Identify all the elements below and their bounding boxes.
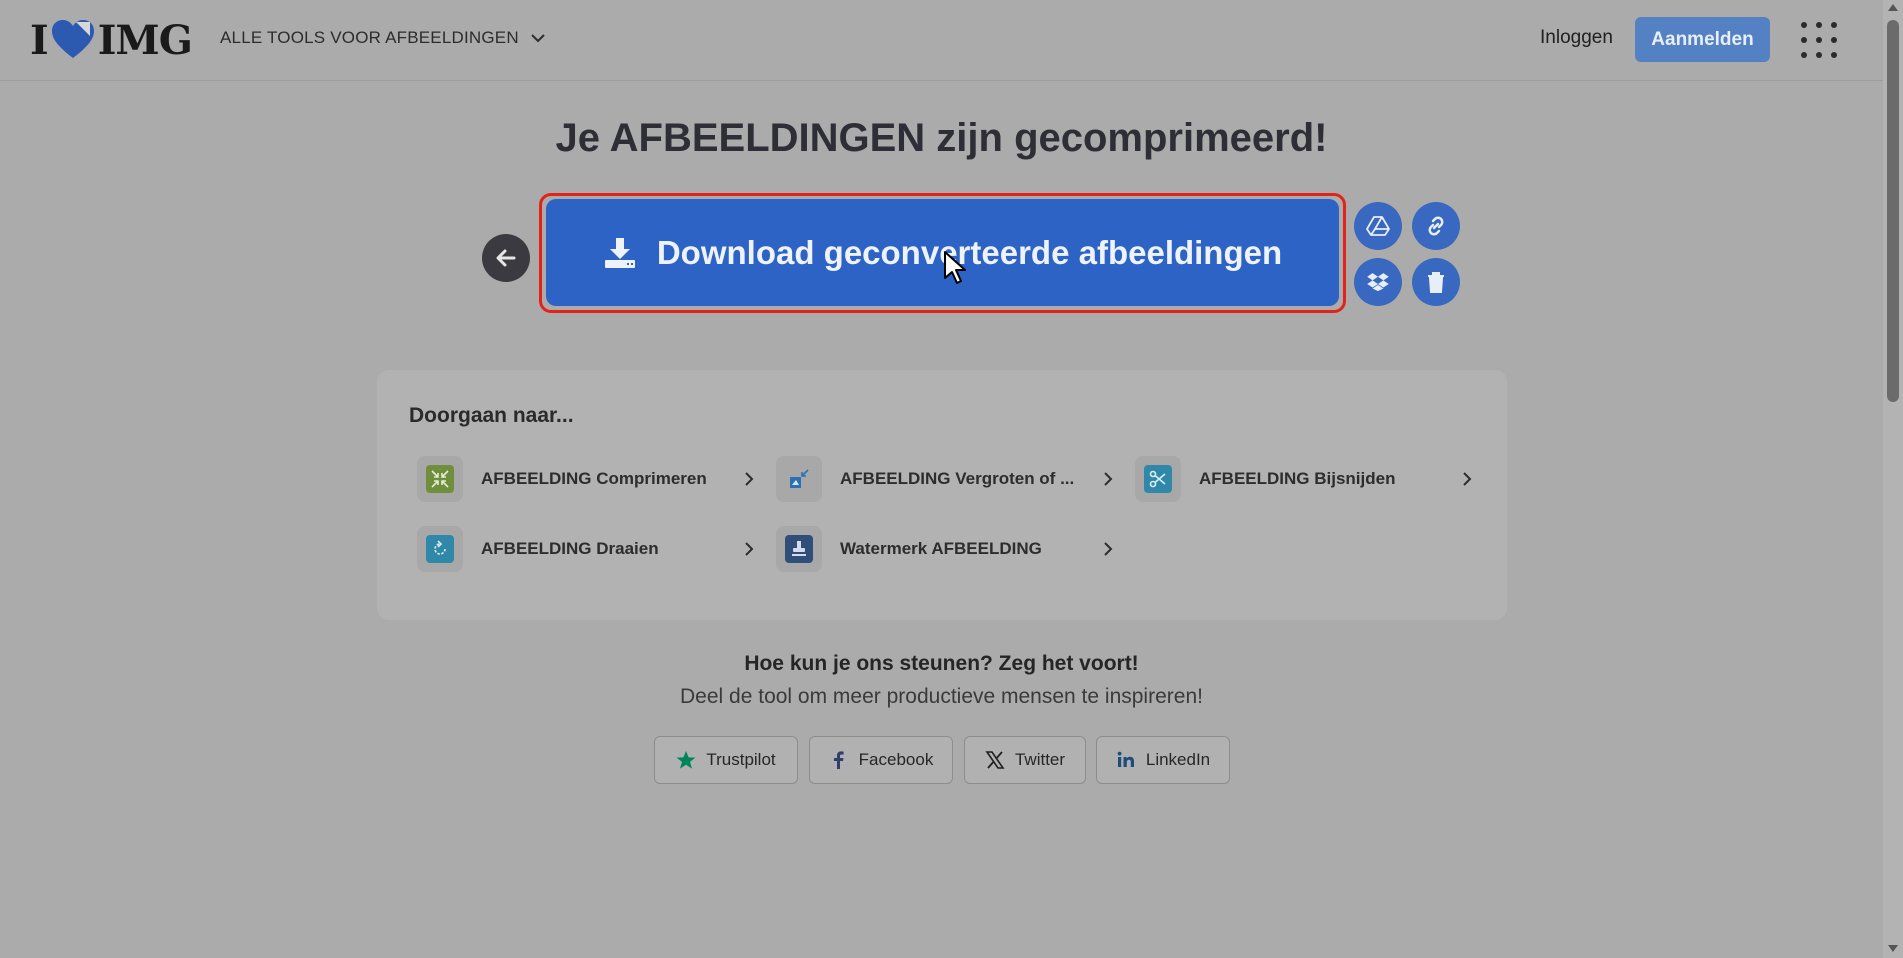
twitter-label: Twitter — [1014, 750, 1066, 769]
scroll-up-arrow-icon[interactable] — [1888, 4, 1898, 11]
tool-watermark[interactable]: Watermerk AFBEELDING — [776, 524, 1116, 574]
tool-label: AFBEELDING Draaien — [481, 539, 659, 558]
tool-crop[interactable]: AFBEELDING Bijsnijden — [1135, 454, 1475, 504]
rotate-icon — [426, 535, 454, 563]
dropbox-icon — [1367, 273, 1389, 292]
tool-rotate[interactable]: AFBEELDING Draaien — [417, 524, 757, 574]
scrollbar-thumb[interactable] — [1887, 20, 1899, 402]
all-tools-label: ALLE TOOLS VOOR AFBEELDINGEN — [220, 28, 519, 47]
copy-link-button[interactable] — [1412, 202, 1460, 250]
arrow-left-icon — [496, 249, 516, 267]
linkedin-button[interactable]: LinkedIn — [1096, 736, 1230, 784]
tool-label: AFBEELDING Comprimeren — [481, 469, 707, 488]
chevron-right-icon — [1104, 542, 1113, 556]
chevron-right-icon — [745, 542, 754, 556]
link-icon — [1428, 216, 1444, 236]
signup-button[interactable]: Aanmelden — [1635, 17, 1770, 62]
tool-label: Watermerk AFBEELDING — [840, 539, 1042, 558]
chevron-right-icon — [1463, 472, 1472, 486]
tool-compress[interactable]: AFBEELDING Comprimeren — [417, 454, 757, 504]
iloveimg-logo[interactable]: I IMG — [30, 16, 193, 64]
star-icon — [676, 751, 696, 769]
tool-label: AFBEELDING Bijsnijden — [1199, 469, 1396, 488]
logo-text-i: I — [30, 16, 49, 64]
support-heading: Hoe kun je ons steunen? Zeg het voort! — [744, 652, 1139, 675]
page-title: Je AFBEELDINGEN zijn gecomprimeerd! — [555, 116, 1328, 160]
delete-button[interactable] — [1412, 258, 1460, 306]
mouse-cursor-icon — [944, 251, 966, 284]
scroll-down-arrow-icon[interactable] — [1888, 945, 1898, 952]
all-tools-dropdown[interactable]: ALLE TOOLS VOOR AFBEELDINGEN — [220, 28, 547, 48]
support-subheading: Deel de tool om meer productieve mensen … — [680, 685, 1203, 708]
login-link[interactable]: Inloggen — [1540, 27, 1613, 49]
download-icon — [604, 237, 635, 268]
tool-resize[interactable]: AFBEELDING Vergroten of ... — [776, 454, 1116, 504]
resize-icon — [785, 465, 813, 493]
trustpilot-label: Trustpilot — [706, 750, 776, 769]
stamp-icon — [785, 535, 813, 563]
facebook-icon — [833, 751, 844, 769]
dropbox-button[interactable] — [1354, 258, 1402, 306]
logo-text-img: IMG — [97, 16, 193, 64]
compress-icon — [426, 465, 454, 493]
download-label: Download geconverteerde afbeeldingen — [656, 233, 1283, 271]
google-drive-icon — [1366, 216, 1390, 236]
facebook-button[interactable]: Facebook — [809, 736, 953, 784]
back-button[interactable] — [482, 234, 530, 282]
chevron-right-icon — [745, 472, 754, 486]
apps-grid-icon[interactable] — [1801, 22, 1837, 58]
chevron-down-icon — [531, 34, 545, 43]
top-navigation-bar: I IMG ALLE TOOLS VOOR AFBEELDINGEN Inlog… — [0, 0, 1883, 81]
trash-icon — [1428, 272, 1444, 293]
linkedin-icon — [1117, 751, 1134, 767]
continue-panel: Doorgaan naar... AFBEELDING Comprimeren … — [377, 370, 1507, 620]
google-drive-button[interactable] — [1354, 202, 1402, 250]
trustpilot-button[interactable]: Trustpilot — [654, 736, 798, 784]
crop-icon — [1144, 465, 1172, 493]
facebook-label: Facebook — [858, 750, 934, 769]
twitter-button[interactable]: Twitter — [964, 736, 1086, 784]
linkedin-label: LinkedIn — [1145, 750, 1211, 769]
x-icon — [985, 751, 1005, 769]
chevron-right-icon — [1104, 472, 1113, 486]
continue-title: Doorgaan naar... — [409, 404, 574, 427]
heart-logo-icon — [51, 20, 94, 58]
tool-label: AFBEELDING Vergroten of ... — [840, 469, 1075, 488]
page-scrollbar[interactable] — [1883, 0, 1903, 958]
